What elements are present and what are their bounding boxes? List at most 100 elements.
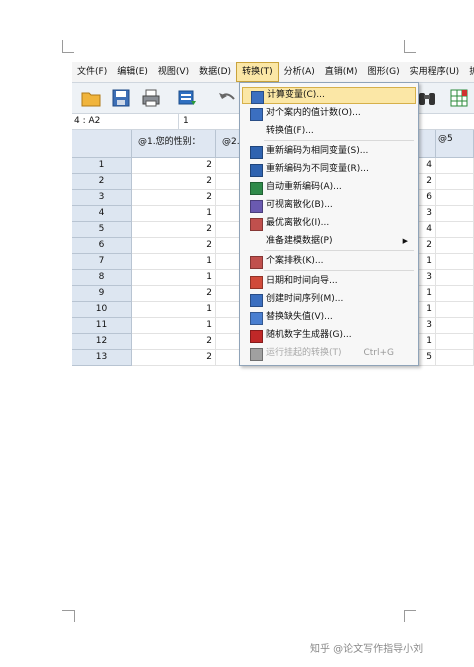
recode-icon [250, 164, 263, 177]
menu-item[interactable]: 重新编码为不同变量(R)... [242, 161, 416, 178]
menu-item[interactable]: 自动重新编码(A)... [242, 179, 416, 196]
insert-cases-icon[interactable] [448, 87, 470, 109]
row-header[interactable]: 6 [72, 238, 132, 254]
row-header[interactable]: 7 [72, 254, 132, 270]
transform-menu: 计算变量(C)... 对个案内的值计数(O)... 转换值(F)... 重新编码为相同… [239, 82, 419, 366]
calculator-icon [251, 91, 264, 104]
print-icon[interactable] [140, 87, 162, 109]
menu-item-label: 准备建模数据(P) [266, 236, 333, 246]
menu-edit[interactable]: 编辑(E) [112, 62, 153, 82]
undo-icon[interactable] [216, 87, 238, 109]
menu-utilities[interactable]: 实用程序(U) [405, 62, 465, 82]
watermark-text: 知乎 @论文写作指导小刘 [310, 644, 424, 655]
cell-value-input[interactable]: 1 [178, 114, 243, 129]
table-cell[interactable]: 2 [132, 174, 216, 190]
menu-item-label: 个案排秩(K)... [266, 256, 324, 266]
menu-item[interactable]: 重新编码为相同变量(S)... [242, 143, 416, 160]
table-cell[interactable]: 1 [132, 302, 216, 318]
menu-view[interactable]: 视图(V) [153, 62, 194, 82]
menu-item-label: 重新编码为不同变量(R)... [266, 164, 369, 174]
menu-item[interactable]: 随机数字生成器(G)... [242, 327, 416, 344]
menu-transform[interactable]: 转换(T) [236, 62, 279, 82]
find-binoculars-icon[interactable] [416, 87, 438, 109]
table-cell[interactable]: 1 [132, 318, 216, 334]
menu-item[interactable]: 准备建模数据(P) ▶ [242, 233, 416, 250]
table-cell[interactable] [436, 222, 474, 238]
menu-item: 运行挂起的转换(T) Ctrl+G [242, 345, 416, 362]
table-cell[interactable]: 2 [132, 238, 216, 254]
row-header[interactable]: 5 [72, 222, 132, 238]
menu-file[interactable]: 文件(F) [72, 62, 112, 82]
menu-item-label: 可视离散化(B)... [266, 200, 333, 210]
optimal-bin-icon [250, 218, 263, 231]
save-icon[interactable] [110, 87, 132, 109]
table-cell[interactable] [436, 254, 474, 270]
row-header[interactable]: 13 [72, 350, 132, 366]
table-cell[interactable] [436, 206, 474, 222]
table-cell[interactable] [436, 158, 474, 174]
menu-item[interactable]: 转换值(F)... [242, 123, 416, 140]
table-cell[interactable] [436, 238, 474, 254]
table-cell[interactable]: 2 [132, 222, 216, 238]
table-cell[interactable]: 2 [132, 158, 216, 174]
table-cell[interactable]: 1 [132, 254, 216, 270]
menu-extensions[interactable]: 扩 [464, 62, 474, 82]
table-cell[interactable] [436, 318, 474, 334]
table-cell[interactable]: 2 [132, 334, 216, 350]
run-icon [250, 348, 263, 361]
crop-mark [62, 610, 74, 611]
row-header[interactable]: 11 [72, 318, 132, 334]
table-cell[interactable]: 2 [132, 286, 216, 302]
table-cell[interactable] [436, 174, 474, 190]
table-cell[interactable] [436, 270, 474, 286]
menu-item-label: 替换缺失值(V)... [266, 312, 333, 322]
menu-data[interactable]: 数据(D) [194, 62, 236, 82]
table-cell[interactable] [436, 350, 474, 366]
dialog-recall-icon[interactable] [176, 87, 198, 109]
crop-mark [62, 40, 63, 52]
submenu-arrow-icon: ▶ [402, 237, 408, 245]
timeseries-icon [250, 294, 263, 307]
table-cell[interactable]: 1 [132, 270, 216, 286]
crop-mark [404, 40, 405, 52]
menu-item[interactable]: 替换缺失值(V)... [242, 309, 416, 326]
crop-mark [404, 610, 416, 611]
menu-separator [264, 250, 414, 251]
table-cell[interactable] [436, 286, 474, 302]
table-cell[interactable]: 2 [132, 350, 216, 366]
row-header[interactable]: 3 [72, 190, 132, 206]
menu-item[interactable]: 可视离散化(B)... [242, 197, 416, 214]
table-cell[interactable]: 2 [132, 190, 216, 206]
menu-item[interactable]: 创建时间序列(M)... [242, 291, 416, 308]
table-cell[interactable] [436, 334, 474, 350]
crop-mark [404, 52, 416, 53]
spss-screenshot: 文件(F) 编辑(E) 视图(V) 数据(D) 转换(T) 分析(A) 直销(M… [72, 62, 474, 372]
column-header[interactable]: @1.您的性别： [132, 130, 216, 158]
menu-analyze[interactable]: 分析(A) [279, 62, 320, 82]
column-header[interactable]: @5 [436, 130, 474, 158]
menu-separator [264, 140, 414, 141]
menu-item[interactable]: 对个案内的值计数(O)... [242, 105, 416, 122]
menu-item[interactable]: 计算变量(C)... [242, 87, 416, 104]
table-cell[interactable] [436, 190, 474, 206]
row-header[interactable]: 1 [72, 158, 132, 174]
menu-item-label: 对个案内的值计数(O)... [266, 108, 361, 118]
row-header[interactable]: 8 [72, 270, 132, 286]
menu-direct-marketing[interactable]: 直销(M) [320, 62, 363, 82]
menu-item-label: 随机数字生成器(G)... [266, 330, 352, 340]
menu-bar: 文件(F) 编辑(E) 视图(V) 数据(D) 转换(T) 分析(A) 直销(M… [72, 62, 474, 83]
grid-corner [72, 130, 132, 158]
menu-item[interactable]: 日期和时间向导... [242, 273, 416, 290]
dice-icon [250, 330, 263, 343]
open-folder-icon[interactable] [80, 87, 102, 109]
menu-item[interactable]: 个案排秩(K)... [242, 253, 416, 270]
table-cell[interactable]: 1 [132, 206, 216, 222]
menu-item[interactable]: 最优离散化(I)... [242, 215, 416, 232]
row-header[interactable]: 4 [72, 206, 132, 222]
row-header[interactable]: 2 [72, 174, 132, 190]
row-header[interactable]: 10 [72, 302, 132, 318]
menu-graphs[interactable]: 图形(G) [363, 62, 405, 82]
row-header[interactable]: 9 [72, 286, 132, 302]
table-cell[interactable] [436, 302, 474, 318]
row-header[interactable]: 12 [72, 334, 132, 350]
